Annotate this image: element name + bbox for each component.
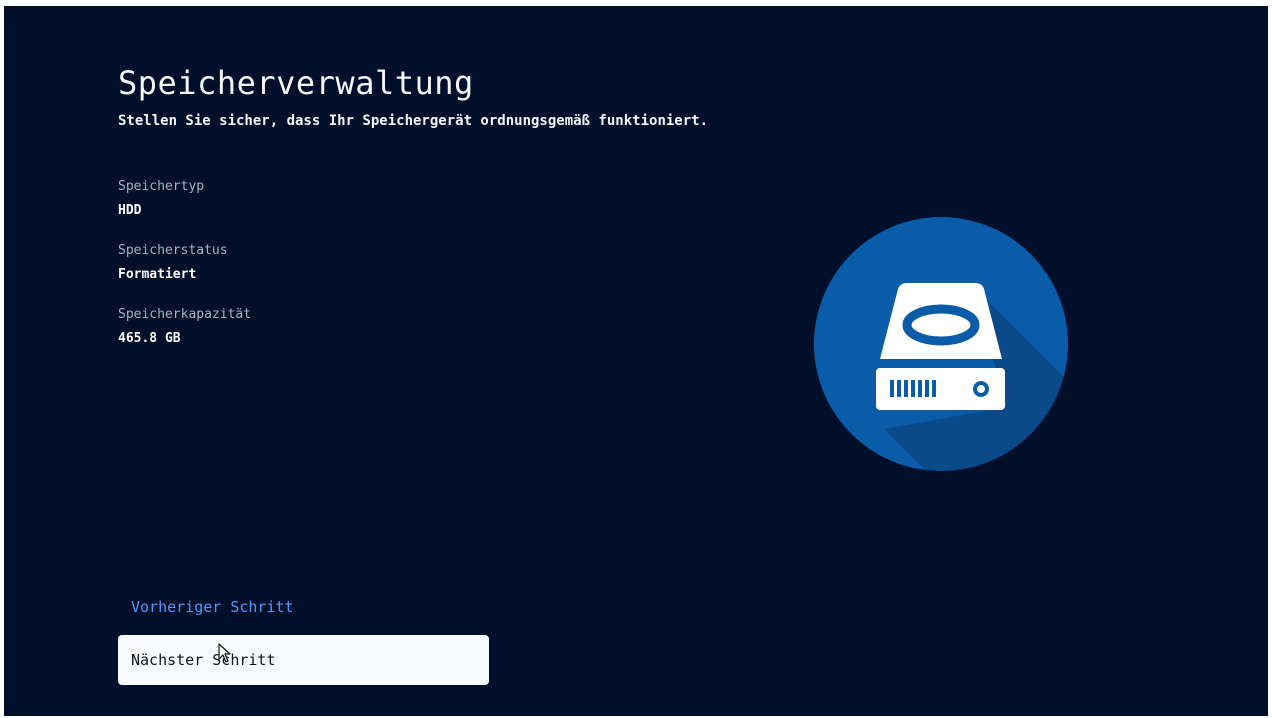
page-title: Speicherverwaltung bbox=[118, 64, 474, 102]
info-label: Speicherkapazität bbox=[118, 307, 252, 322]
info-value: HDD bbox=[118, 203, 142, 218]
info-value: Formatiert bbox=[118, 267, 197, 282]
info-label: Speicherstatus bbox=[118, 243, 228, 258]
previous-step-link[interactable]: Vorheriger Schritt bbox=[131, 598, 294, 616]
hard-drive-icon bbox=[814, 217, 1068, 471]
info-storage-status: Speicherstatus Formatiert bbox=[118, 242, 228, 284]
next-step-button[interactable]: Nächster Schritt bbox=[118, 635, 489, 685]
setup-screen: Speicherverwaltung Stellen Sie sicher, d… bbox=[4, 6, 1268, 716]
info-value: 465.8 GB bbox=[118, 331, 181, 346]
info-storage-type: Speichertyp HDD bbox=[118, 178, 204, 220]
page-subtitle: Stellen Sie sicher, dass Ihr Speicherger… bbox=[118, 113, 709, 129]
info-label: Speichertyp bbox=[118, 179, 205, 194]
info-storage-capacity: Speicherkapazität 465.8 GB bbox=[118, 306, 251, 348]
